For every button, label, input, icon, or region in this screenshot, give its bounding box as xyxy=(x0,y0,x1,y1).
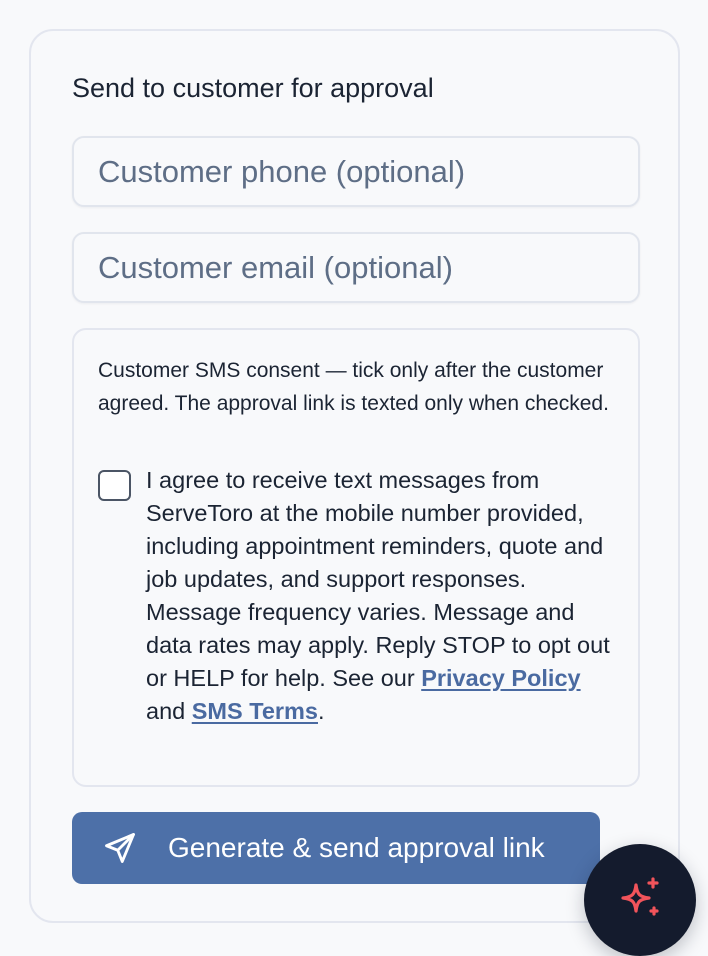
assistant-fab-button[interactable] xyxy=(584,844,696,956)
send-icon xyxy=(102,830,138,866)
customer-phone-input[interactable] xyxy=(72,136,640,207)
sms-consent-checkbox[interactable] xyxy=(98,470,131,501)
sms-consent-box: Customer SMS consent — tick only after t… xyxy=(72,328,640,787)
card-title: Send to customer for approval xyxy=(72,73,434,103)
customer-email-input[interactable] xyxy=(72,232,640,303)
approval-card: Send to customer for approval Customer S… xyxy=(29,29,680,923)
agreement-text-after: . xyxy=(318,698,325,724)
agreement-text-before: I agree to receive text messages from Se… xyxy=(146,467,610,691)
sms-consent-note: Customer SMS consent — tick only after t… xyxy=(98,359,609,415)
agreement-text-and: and xyxy=(146,698,192,724)
send-button-label: Generate & send approval link xyxy=(168,832,545,863)
sms-consent-agreement-text: I agree to receive text messages from Se… xyxy=(146,464,618,728)
generate-send-approval-link-button[interactable]: Generate & send approval link xyxy=(72,812,600,884)
privacy-policy-link[interactable]: Privacy Policy xyxy=(421,665,580,691)
sparkles-icon xyxy=(616,874,664,927)
sms-terms-link[interactable]: SMS Terms xyxy=(192,698,318,724)
